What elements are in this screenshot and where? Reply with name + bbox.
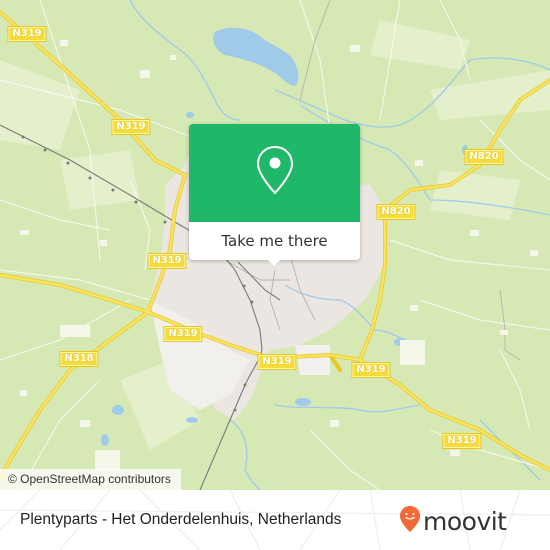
location-popup: Take me there — [189, 124, 360, 266]
road-label-n319: N319 — [147, 253, 187, 269]
road-label-n318: N318 — [59, 351, 99, 367]
road-label-n319: N319 — [7, 26, 47, 42]
map-attribution[interactable]: © OpenStreetMap contributors — [0, 469, 181, 490]
moovit-logo[interactable]: moovit — [399, 501, 507, 541]
popup-header — [189, 124, 360, 222]
place-name: Plentyparts - Het Onderdelenhuis, Nether… — [20, 511, 342, 528]
lake — [213, 27, 299, 87]
road-label-n319: N319 — [351, 362, 391, 378]
take-me-there-button[interactable]: Take me there — [189, 222, 360, 260]
footer-bar: Plentyparts - Het Onderdelenhuis, Nether… — [0, 490, 550, 550]
white-area — [295, 345, 330, 375]
moovit-smile-pin-icon — [399, 505, 421, 537]
road-label-n820: N820 — [376, 204, 416, 220]
map-view[interactable]: N319 N319 N319 N319 N319 N319 N319 N318 … — [0, 0, 550, 490]
road-label-n319: N319 — [111, 119, 151, 135]
moovit-wordmark: moovit — [423, 506, 507, 536]
road-label-n319: N319 — [442, 433, 482, 449]
map-pin-icon — [255, 145, 295, 201]
road-label-n319: N319 — [257, 354, 297, 370]
road-label-n319: N319 — [163, 326, 203, 342]
road-label-n820: N820 — [464, 149, 504, 165]
popup-pointer — [266, 258, 282, 266]
